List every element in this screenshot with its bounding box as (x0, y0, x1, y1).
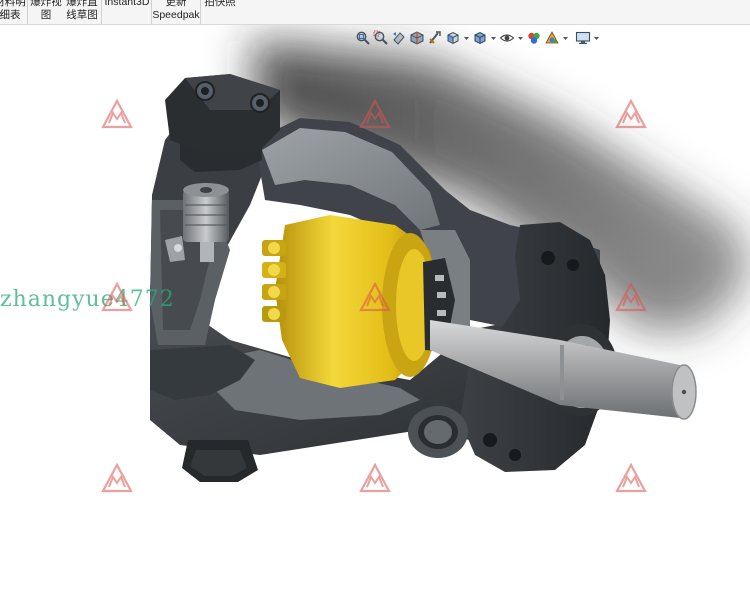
take-snapshot-button[interactable]: 拍快照 (202, 0, 238, 24)
watermark-logo (614, 97, 648, 131)
ribbon-separator (27, 0, 28, 24)
watermark-logo (358, 97, 392, 131)
watermark-text: zhangyue4772 (0, 287, 175, 312)
update-speedpak-button[interactable]: 更新 Speedpak (152, 0, 200, 24)
explode-line-sketch-label-1: 爆炸直 (66, 0, 98, 8)
exploded-view-label-2: 图 (40, 9, 52, 21)
watermark-logo (100, 97, 134, 131)
watermark-logo (614, 461, 648, 495)
watermark-logo (358, 280, 392, 314)
top-cap-block (165, 74, 280, 152)
bottom-knob (182, 440, 258, 482)
instant3d-label: Instant3D (104, 0, 150, 8)
exploded-view-button[interactable]: 爆炸视 图 (29, 0, 63, 24)
explode-line-sketch-label-2: 线草图 (66, 9, 98, 21)
instant3d-button[interactable]: Instant3D (103, 0, 151, 24)
take-snapshot-label: 拍快照 (204, 0, 236, 8)
watermark-logo (100, 461, 134, 495)
update-speedpak-label-2: Speedpak (152, 9, 200, 21)
watermark-logo (614, 280, 648, 314)
explode-line-sketch-button[interactable]: 爆炸直 线草图 (63, 0, 101, 24)
exploded-view-label-1: 爆炸视 (30, 0, 62, 8)
bill-of-materials-label-1: 材料明 (0, 0, 26, 8)
ribbon-separator (200, 0, 201, 24)
ribbon-separator (101, 0, 102, 24)
update-speedpak-label-1: 更新 (165, 0, 187, 8)
bill-of-materials-button[interactable]: 材料明 细表 (0, 0, 26, 24)
graphics-area[interactable]: zhangyue4772 (0, 25, 750, 593)
watermark-logo (100, 280, 134, 314)
command-manager-ribbon: 材料明 细表 爆炸视 图 爆炸直 线草图 Instant3D 更新 Speedp… (0, 0, 750, 25)
bill-of-materials-label-2: 细表 (0, 9, 21, 21)
watermark-logo (358, 461, 392, 495)
